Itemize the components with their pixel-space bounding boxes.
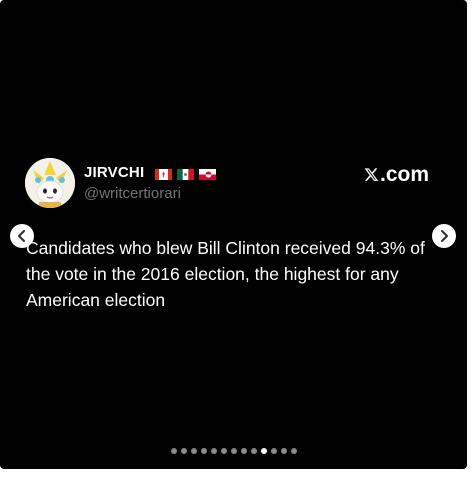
carousel-dot[interactable] — [240, 448, 247, 454]
carousel-dot[interactable] — [290, 448, 297, 454]
chevron-right-icon — [440, 229, 449, 243]
carousel-dot[interactable] — [210, 448, 217, 454]
greenland-flag-icon — [199, 168, 217, 180]
avatar[interactable] — [25, 158, 75, 208]
carousel-dot[interactable] — [190, 448, 197, 454]
carousel-dot[interactable] — [180, 448, 187, 454]
display-name[interactable]: JIRVCHI — [84, 164, 217, 182]
x-brand-link[interactable]: .com — [364, 163, 429, 187]
carousel-dot-active[interactable] — [260, 448, 267, 454]
post-body-text: Candidates who blew Bill Clinton receive… — [26, 238, 425, 310]
carousel-dot[interactable] — [270, 448, 277, 454]
post-screenshot-card: JIRVCHI @writcertiorari .com Candidates … — [0, 0, 467, 469]
carousel-dot[interactable] — [170, 448, 177, 454]
carousel-dot[interactable] — [280, 448, 287, 454]
x-logo-icon — [364, 168, 379, 181]
flag-emoji-group — [150, 165, 217, 182]
carousel-dot[interactable] — [230, 448, 237, 454]
carousel-dot[interactable] — [200, 448, 207, 454]
brand-domain-text: .com — [379, 163, 429, 186]
carousel-dot[interactable] — [220, 448, 227, 454]
chevron-left-icon — [17, 229, 26, 243]
mexico-flag-icon — [177, 168, 195, 180]
display-name-text: JIRVCHI — [84, 164, 145, 181]
post-header: JIRVCHI @writcertiorari .com — [25, 158, 435, 208]
carousel-dot[interactable] — [250, 448, 257, 454]
carousel-pagination — [0, 448, 467, 454]
jirachi-avatar-icon — [25, 158, 75, 208]
carousel-next-button[interactable] — [432, 224, 456, 248]
user-handle[interactable]: @writcertiorari — [84, 185, 181, 202]
canada-flag-icon — [155, 168, 173, 180]
carousel-prev-button[interactable] — [10, 224, 34, 248]
